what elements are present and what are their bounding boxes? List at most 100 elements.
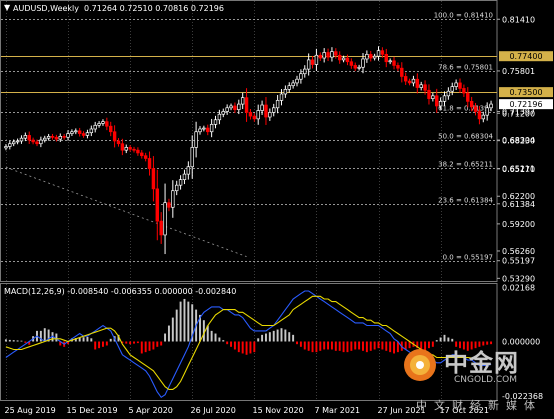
candle-body xyxy=(66,133,70,138)
candle-body xyxy=(74,130,78,133)
candle-body xyxy=(291,82,295,87)
fib-level-label: 61.8 = 0.71397 xyxy=(438,105,493,113)
candle-body xyxy=(85,132,90,136)
candle-body xyxy=(462,88,466,94)
candle-body xyxy=(116,140,121,145)
candle-body xyxy=(182,173,187,181)
candle-body xyxy=(147,158,152,169)
candle-body xyxy=(151,168,156,190)
candle-body xyxy=(423,84,427,91)
candle-body xyxy=(489,103,493,109)
candle-body xyxy=(388,60,392,63)
candle-body xyxy=(62,136,66,138)
candle-body xyxy=(109,125,113,133)
candle-body xyxy=(163,202,167,236)
x-tick-label: 26 Jul 2020 xyxy=(191,406,236,415)
candle-body xyxy=(136,149,140,154)
candle-body xyxy=(120,143,125,151)
candle-body xyxy=(143,155,148,159)
candle-body xyxy=(256,110,260,120)
candle-body xyxy=(194,131,198,148)
candle-body xyxy=(46,136,51,139)
watermark: 中金网 CNGOLD.COM 中文财经新媒体 xyxy=(398,335,554,419)
price-axis-tick: 0.72196 xyxy=(509,100,542,109)
candle-body xyxy=(272,107,276,113)
watermark-url: CNGOLD.COM xyxy=(454,375,518,385)
x-tick-label: 15 Dec 2019 xyxy=(67,406,118,415)
candle-body xyxy=(221,111,225,115)
price-axis-tick: 0.53290 xyxy=(502,274,535,283)
price-axis-tick: 0.81410 xyxy=(502,15,535,24)
candle-body xyxy=(206,127,210,133)
candle-body xyxy=(322,52,326,59)
candle-body xyxy=(217,113,222,121)
candle-body xyxy=(167,202,171,208)
candle-body xyxy=(349,61,354,66)
candle-body xyxy=(306,59,311,70)
candle-body xyxy=(112,131,117,142)
price-axis-tick: 0.77400 xyxy=(509,52,542,61)
candle-body xyxy=(264,104,268,118)
x-tick-label: 15 Nov 2020 xyxy=(253,406,304,415)
candle-body xyxy=(174,184,179,192)
candle-body xyxy=(202,127,206,130)
candle-body xyxy=(326,52,330,58)
candle-body xyxy=(81,133,86,136)
candle-body xyxy=(330,51,334,58)
price-panel-frame xyxy=(0,0,498,282)
x-tick-label: 5 Apr 2020 xyxy=(129,406,173,415)
candle-body xyxy=(252,115,257,120)
candle-body xyxy=(186,166,191,175)
candle-body xyxy=(159,220,163,236)
candle-body xyxy=(50,136,55,138)
candle-body xyxy=(155,188,160,222)
candle-body xyxy=(365,54,369,60)
candle-body xyxy=(77,130,82,134)
candle-body xyxy=(19,137,24,142)
price-axis-tick: 0.73500 xyxy=(509,88,542,97)
candle-body xyxy=(248,112,253,117)
candle-body xyxy=(244,97,249,113)
price-axis-tick: 0.68304 xyxy=(502,136,535,145)
candle-body xyxy=(260,104,264,111)
candle-body xyxy=(171,190,175,208)
candle-body xyxy=(209,124,214,133)
candle-body xyxy=(334,51,338,56)
symbol-label: AUDUSD,Weekly xyxy=(13,4,79,13)
candle-body xyxy=(361,58,365,68)
candle-body xyxy=(454,82,458,87)
fib-level-label: 23.6 = 0.61384 xyxy=(438,197,493,205)
candle-body xyxy=(275,100,280,109)
candle-body xyxy=(345,57,350,63)
candle-body xyxy=(140,152,144,157)
candle-body xyxy=(403,76,408,82)
candle-body xyxy=(54,136,59,140)
macd-axis-tick: 0.02168 xyxy=(502,284,535,293)
trendline xyxy=(5,166,247,257)
candle-body xyxy=(446,90,451,97)
price-axis-tick: 0.55197 xyxy=(502,257,535,266)
candle-body xyxy=(477,111,482,120)
fib-level-label: 38.2 = 0.65211 xyxy=(438,161,493,169)
candle-body xyxy=(190,147,194,168)
candle-body xyxy=(299,73,303,80)
candle-body xyxy=(314,54,319,65)
candle-body xyxy=(11,141,16,145)
candle-body xyxy=(450,86,454,92)
candle-body xyxy=(58,136,62,140)
candle-body xyxy=(353,65,357,69)
candle-body xyxy=(31,139,35,143)
candle-body xyxy=(178,179,183,186)
candle-body xyxy=(415,78,420,88)
x-tick-label: 7 Mar 2021 xyxy=(315,406,361,415)
watermark-subtitle: 中文财经新媒体 xyxy=(416,399,542,412)
ohlc-values: 0.71264 0.72510 0.70816 0.72196 xyxy=(84,4,224,13)
candle-body xyxy=(97,123,101,126)
candle-body xyxy=(15,140,20,143)
candle-body xyxy=(341,57,346,61)
candle-body xyxy=(283,89,288,95)
candle-body xyxy=(128,147,132,150)
candle-body xyxy=(23,135,28,139)
candle-body xyxy=(8,143,12,147)
candle-body xyxy=(279,93,284,101)
